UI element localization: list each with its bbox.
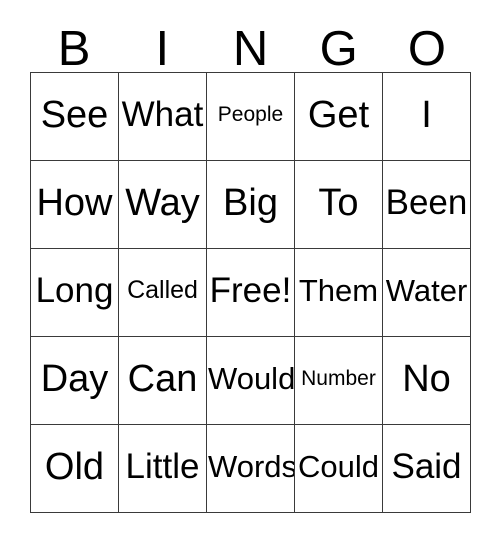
- bingo-cell[interactable]: Long: [31, 249, 119, 337]
- bingo-cell[interactable]: Number: [295, 337, 383, 425]
- bingo-cell[interactable]: How: [31, 161, 119, 249]
- bingo-cell[interactable]: Big: [207, 161, 295, 249]
- bingo-cell[interactable]: Old: [31, 425, 119, 513]
- bingo-cell[interactable]: See: [31, 73, 119, 161]
- bingo-cell-label: Would: [208, 361, 295, 396]
- bingo-cell-label: Water: [385, 273, 468, 308]
- bingo-cell-label: Words: [208, 449, 295, 484]
- bingo-cell-label: Get: [307, 93, 370, 136]
- bingo-cell-label: See: [40, 93, 109, 136]
- bingo-cell[interactable]: People: [207, 73, 295, 161]
- bingo-cell[interactable]: Get: [295, 73, 383, 161]
- bingo-cell[interactable]: Said: [383, 425, 471, 513]
- bingo-cell-label: Way: [125, 181, 200, 224]
- bingo-cell-label: Called: [127, 276, 198, 304]
- bingo-cell-label: Could: [298, 449, 379, 484]
- bingo-cell-label: Day: [40, 357, 109, 400]
- bingo-cell-free-space[interactable]: Free!: [207, 249, 295, 337]
- bingo-cell[interactable]: To: [295, 161, 383, 249]
- header-letter-n: N: [232, 22, 269, 76]
- bingo-card: B I N G O See What People Get I How Way …: [0, 0, 500, 544]
- bingo-cell-label: People: [217, 103, 284, 126]
- bingo-cell-label: Little: [125, 447, 200, 486]
- bingo-cell-label: Been: [385, 183, 468, 222]
- bingo-header: B I N G O: [30, 22, 471, 76]
- bingo-cell[interactable]: Way: [119, 161, 207, 249]
- bingo-cell[interactable]: Called: [119, 249, 207, 337]
- bingo-cell-label: What: [121, 95, 204, 134]
- bingo-cell-label: Old: [44, 445, 105, 488]
- bingo-cell-label: Number: [301, 367, 376, 390]
- bingo-cell[interactable]: Day: [31, 337, 119, 425]
- bingo-cell[interactable]: No: [383, 337, 471, 425]
- bingo-cell[interactable]: What: [119, 73, 207, 161]
- header-letter-g: G: [319, 22, 358, 76]
- bingo-cell-label: Can: [127, 357, 198, 400]
- bingo-cell[interactable]: Could: [295, 425, 383, 513]
- bingo-grid: See What People Get I How Way Big To Bee…: [30, 72, 471, 513]
- bingo-cell[interactable]: Water: [383, 249, 471, 337]
- bingo-cell-label: Them: [298, 273, 379, 308]
- bingo-cell-label: To: [318, 181, 359, 224]
- bingo-cell-label: How: [36, 181, 113, 224]
- bingo-cell[interactable]: Them: [295, 249, 383, 337]
- bingo-cell[interactable]: Words: [207, 425, 295, 513]
- bingo-cell-label: Long: [35, 271, 114, 310]
- bingo-cell-label: No: [402, 357, 451, 400]
- bingo-cell[interactable]: Can: [119, 337, 207, 425]
- header-letter-o: O: [407, 22, 446, 76]
- bingo-cell-label: Free!: [209, 271, 292, 310]
- bingo-cell-label: Said: [391, 447, 462, 486]
- bingo-cell[interactable]: Would: [207, 337, 295, 425]
- bingo-cell[interactable]: Been: [383, 161, 471, 249]
- bingo-cell[interactable]: I: [383, 73, 471, 161]
- header-letter-b: B: [57, 22, 91, 76]
- header-letter-i: I: [155, 22, 170, 76]
- bingo-cell-label: Big: [223, 181, 278, 224]
- bingo-cell-label: I: [421, 93, 432, 136]
- bingo-cell[interactable]: Little: [119, 425, 207, 513]
